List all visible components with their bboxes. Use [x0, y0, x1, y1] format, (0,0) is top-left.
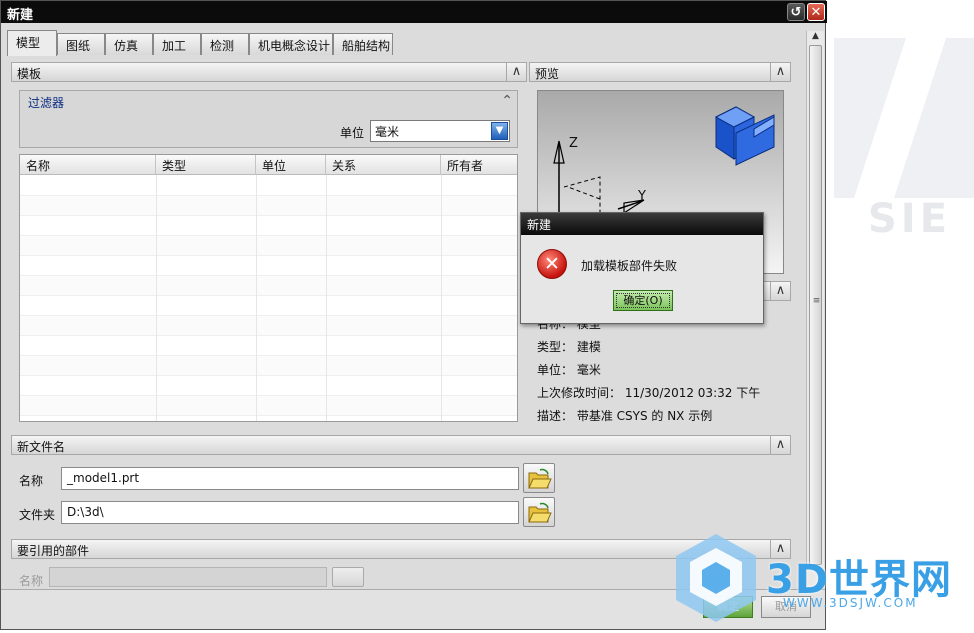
template-section-title: 模板 [17, 67, 42, 81]
unit-label: 单位 [340, 126, 365, 140]
unit-dropdown[interactable]: 毫米 ▼ [370, 120, 510, 142]
column-header-type[interactable]: 类型 [156, 155, 256, 175]
filter-collapse-icon[interactable]: ⌃ [501, 93, 513, 109]
table-header: 名称 类型 单位 关系 所有者 [20, 155, 517, 175]
error-dialog: 新建 ✕ 加载模板部件失败 确定(O) [520, 212, 764, 324]
filter-title: 过滤器 [28, 96, 65, 110]
table-row[interactable] [20, 276, 517, 296]
dropdown-arrow-icon[interactable]: ▼ [491, 122, 508, 140]
file-name-input[interactable]: _model1.prt [61, 467, 519, 490]
open-folder-icon [528, 502, 552, 523]
ref-name-input [49, 567, 327, 587]
watermark-cube-icon [676, 534, 756, 622]
y-axis-label: Y [638, 189, 646, 204]
tab-inspection[interactable]: 检测 [201, 33, 249, 55]
column-divider [156, 175, 157, 421]
file-name-label: 名称 [19, 474, 44, 488]
column-divider [441, 175, 442, 421]
column-header-relation[interactable]: 关系 [326, 155, 441, 175]
column-header-owner[interactable]: 所有者 [441, 155, 517, 175]
tab-ship-structure[interactable]: 船舶结构 [333, 33, 393, 55]
error-ok-button[interactable]: 确定(O) [613, 290, 673, 311]
collapse-arrow-icon[interactable]: ∧ [770, 62, 790, 82]
ref-browse-button [332, 567, 364, 587]
column-header-unit[interactable]: 单位 [256, 155, 326, 175]
ref-name-label: 名称 [19, 574, 44, 588]
scroll-up-arrow-icon[interactable]: ▲ [807, 31, 824, 45]
table-row[interactable] [20, 356, 517, 376]
collapse-arrow-icon[interactable]: ∧ [506, 62, 526, 82]
title-bar: 新建 ↺ ✕ [1, 1, 827, 23]
table-row[interactable] [20, 256, 517, 276]
template-table: 名称 类型 单位 关系 所有者 [19, 154, 518, 422]
unit-selected-value: 毫米 [375, 125, 400, 139]
new-file-section-title: 新文件名 [17, 440, 66, 454]
background-logo-text: SIE [868, 196, 952, 242]
property-type: 类型： 建模 [537, 340, 601, 354]
property-description: 描述： 带基准 CSYS 的 NX 示例 [537, 409, 713, 423]
folder-input[interactable]: D:\3d\ [61, 501, 519, 524]
tab-manufacturing[interactable]: 加工 [153, 33, 201, 55]
table-row[interactable] [20, 376, 517, 396]
tab-mechatronics[interactable]: 机电概念设计 [249, 33, 333, 55]
browse-name-button[interactable] [523, 463, 555, 493]
table-row[interactable] [20, 236, 517, 256]
column-divider [256, 175, 257, 421]
scroll-thumb[interactable]: ≡ [809, 45, 822, 565]
error-message: 加载模板部件失败 [581, 259, 678, 273]
preview-section-header[interactable]: 预览 ∧ [529, 62, 791, 82]
column-header-name[interactable]: 名称 [20, 155, 156, 175]
filter-panel: 过滤器 ⌃ 单位 毫米 ▼ [19, 90, 518, 148]
tab-drawing[interactable]: 图纸 [57, 33, 105, 55]
nx-logo-graphic [834, 38, 974, 198]
table-row[interactable] [20, 216, 517, 236]
window-title: 新建 [7, 8, 34, 23]
table-row[interactable] [20, 316, 517, 336]
column-divider [326, 175, 327, 421]
property-unit: 单位： 毫米 [537, 363, 601, 377]
undo-icon: ↺ [790, 5, 802, 20]
template-section-header[interactable]: 模板 ∧ [11, 62, 527, 82]
table-row[interactable] [20, 176, 517, 196]
browse-folder-button[interactable] [523, 497, 555, 527]
table-row[interactable] [20, 396, 517, 416]
vertical-scrollbar[interactable]: ▲ ≡ [806, 31, 824, 587]
new-file-section-header[interactable]: 新文件名 ∧ [11, 435, 791, 455]
close-button[interactable]: ✕ [807, 3, 825, 21]
watermark-url: WWW.3DSJW.COM [783, 596, 918, 610]
tab-simulation[interactable]: 仿真 [105, 33, 153, 55]
collapse-arrow-icon[interactable]: ∧ [770, 281, 790, 301]
preview-section-title: 预览 [535, 67, 560, 81]
tab-model[interactable]: 模型 [7, 30, 57, 56]
error-icon: ✕ [537, 249, 567, 279]
error-dialog-title: 新建 [521, 213, 763, 235]
property-last-modified: 上次修改时间： 11/30/2012 03:32 下午 [537, 386, 761, 400]
restore-button[interactable]: ↺ [787, 3, 805, 21]
collapse-arrow-icon[interactable]: ∧ [770, 435, 790, 455]
open-folder-icon [528, 468, 552, 489]
folder-label: 文件夹 [19, 508, 56, 522]
referenced-parts-section-title: 要引用的部件 [17, 544, 90, 558]
table-row[interactable] [20, 196, 517, 216]
close-icon: ✕ [810, 5, 822, 20]
z-axis-label: Z [569, 136, 578, 151]
table-row[interactable] [20, 296, 517, 316]
grip-icon: ≡ [812, 296, 821, 306]
table-row[interactable] [20, 336, 517, 356]
